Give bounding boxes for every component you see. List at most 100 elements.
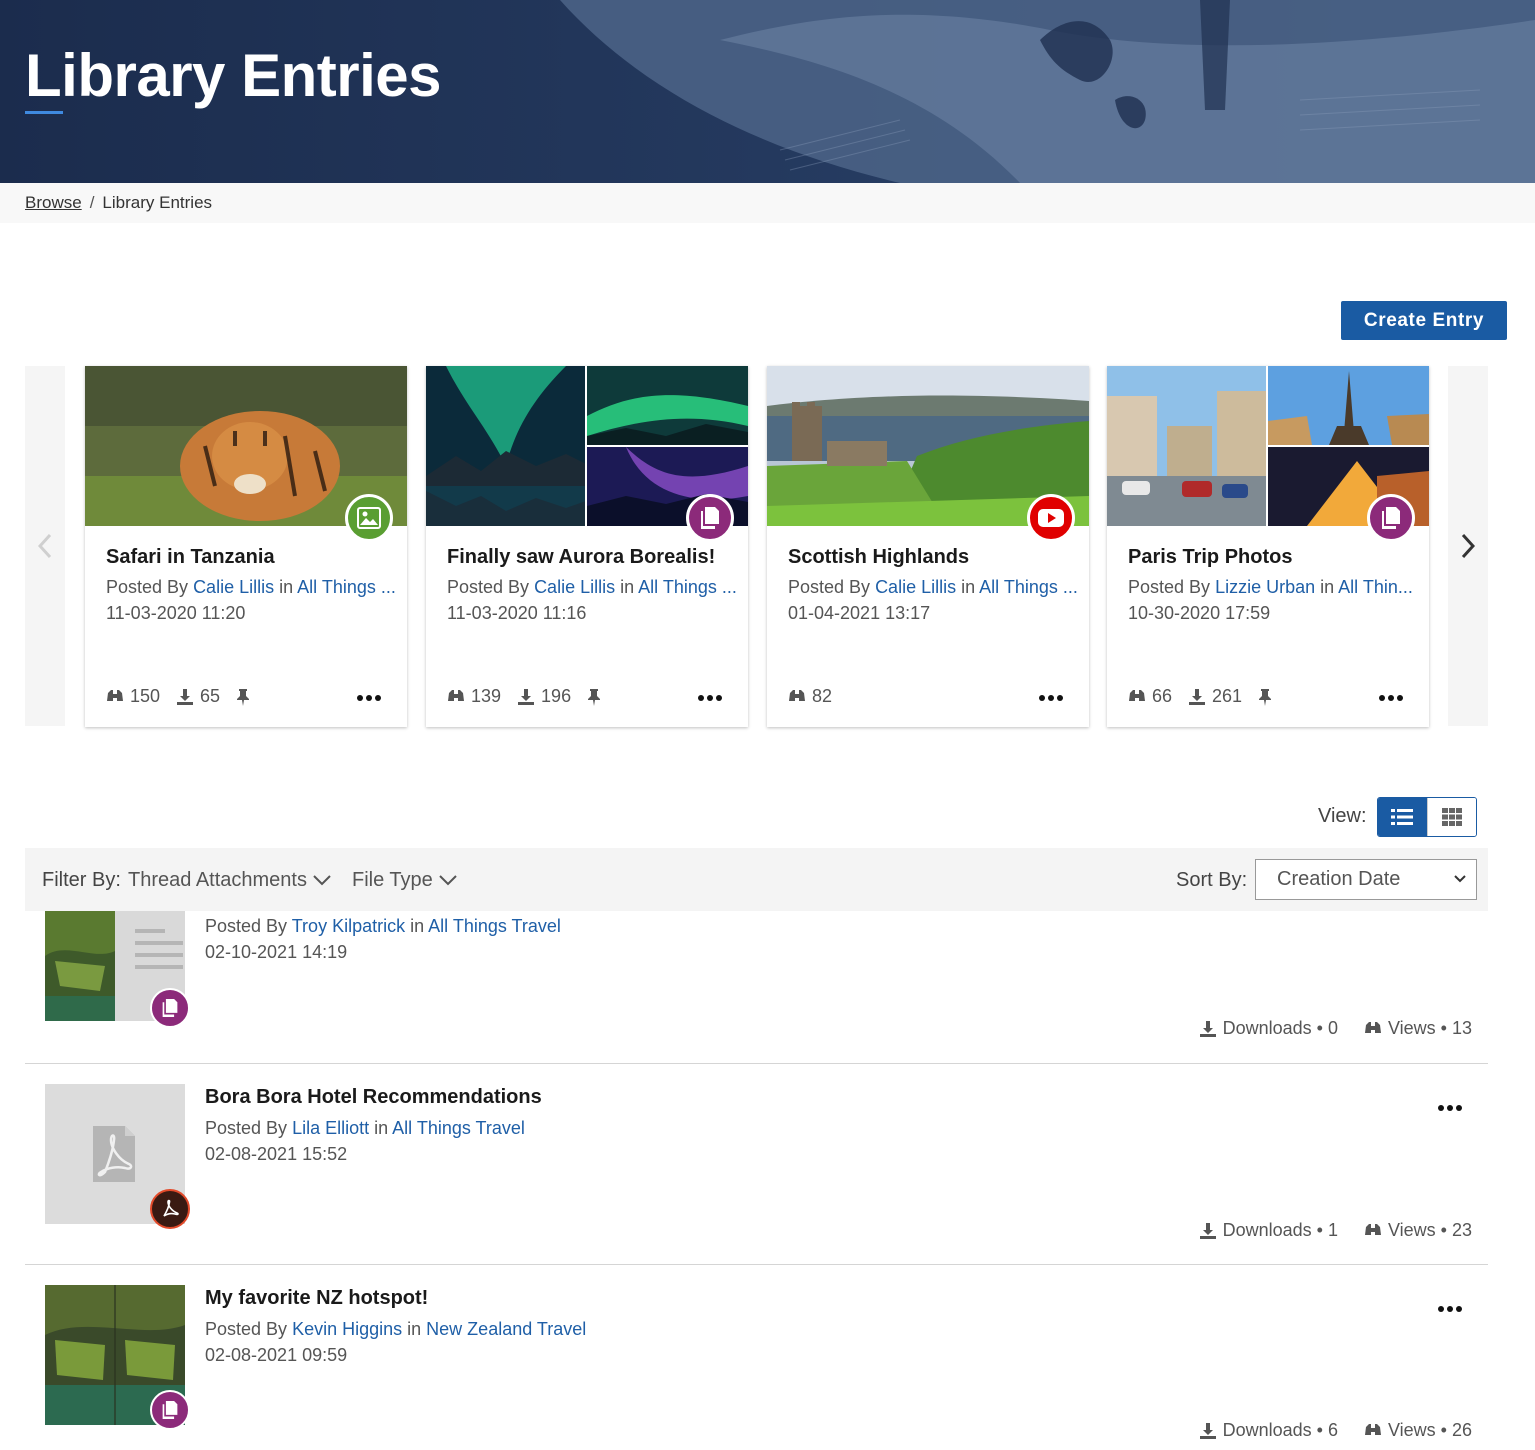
card-date: 10-30-2020 17:59: [1128, 603, 1271, 623]
card-stats: 150 65: [106, 686, 272, 707]
card-stats: 139 196: [447, 686, 623, 707]
community-link[interactable]: All Things ...: [297, 577, 396, 597]
card-title[interactable]: Paris Trip Photos: [1128, 546, 1292, 569]
sort-select[interactable]: Creation Date: [1255, 859, 1477, 900]
document-type-badge: [150, 988, 190, 1028]
card-title[interactable]: Safari in Tanzania: [106, 546, 275, 569]
binoculars-icon: [1364, 1423, 1381, 1435]
sort-by-label: Sort By:: [1176, 869, 1248, 891]
featured-card[interactable]: Safari in Tanzania Posted By Calie Lilli…: [85, 366, 407, 727]
card-date: 11-03-2020 11:16: [447, 603, 587, 623]
pin-icon: [237, 688, 250, 706]
list-item[interactable]: Posted By Troy Kilpatrick in All Things …: [25, 911, 1488, 1064]
view-label: View:: [1318, 805, 1367, 827]
community-link[interactable]: All Things ...: [979, 577, 1078, 597]
author-link[interactable]: Calie Lillis: [875, 577, 956, 597]
community-link[interactable]: New Zealand Travel: [426, 1319, 586, 1339]
entry-title[interactable]: My favorite NZ hotspot!: [205, 1287, 428, 1310]
pin-button[interactable]: [587, 688, 607, 706]
pdf-type-badge: [150, 1189, 190, 1229]
downloads-stat: Downloads • 0: [1199, 1018, 1338, 1039]
binoculars-icon: [789, 689, 805, 701]
author-link[interactable]: Calie Lillis: [193, 577, 274, 597]
community-link[interactable]: All Thin...: [1338, 577, 1413, 597]
author-link[interactable]: Calie Lillis: [534, 577, 615, 597]
pin-icon: [1259, 688, 1272, 706]
carousel-next-button[interactable]: [1448, 366, 1488, 726]
more-options-button[interactable]: [1438, 1098, 1462, 1116]
document-type-badge: [150, 1390, 190, 1430]
chevron-right-icon: [1461, 533, 1475, 559]
author-link[interactable]: Troy Kilpatrick: [292, 916, 405, 936]
pin-button[interactable]: [1258, 688, 1278, 706]
featured-card[interactable]: Finally saw Aurora Borealis! Posted By C…: [426, 366, 748, 727]
featured-card[interactable]: Scottish Highlands Posted By Calie Lilli…: [767, 366, 1089, 727]
download-icon: [177, 688, 194, 705]
chevron-down-icon: [1454, 875, 1466, 883]
views-stat: 139: [447, 686, 501, 707]
downloads-stat: 196: [517, 686, 571, 707]
downloads-stat: Downloads • 6: [1199, 1420, 1338, 1441]
views-stat: 150: [106, 686, 160, 707]
featured-card[interactable]: Paris Trip Photos Posted By Lizzie Urban…: [1107, 366, 1429, 727]
downloads-stat: Downloads • 1: [1199, 1220, 1338, 1241]
entry-title[interactable]: Bora Bora Hotel Recommendations: [205, 1086, 542, 1109]
download-icon: [1189, 688, 1206, 705]
card-title[interactable]: Scottish Highlands: [788, 546, 969, 569]
image-type-badge: [345, 494, 393, 542]
entry-byline: Posted By Kevin Higgins in New Zealand T…: [205, 1319, 587, 1339]
copy-icon: [162, 999, 178, 1017]
list-view-button[interactable]: [1378, 798, 1427, 836]
card-byline: Posted By Lizzie Urban in All Thin...: [1128, 577, 1413, 597]
pdf-icon: [163, 1199, 179, 1217]
download-icon: [1199, 1020, 1216, 1037]
create-entry-button[interactable]: Create Entry: [1341, 301, 1507, 340]
pin-icon: [588, 688, 601, 706]
author-link[interactable]: Lizzie Urban: [1215, 577, 1315, 597]
community-link[interactable]: All Things ...: [638, 577, 737, 597]
list-item[interactable]: My favorite NZ hotspot! Posted By Kevin …: [25, 1265, 1488, 1450]
card-date: 01-04-2021 13:17: [788, 603, 931, 623]
chevron-left-icon: [38, 533, 52, 559]
pin-button[interactable]: [236, 688, 256, 706]
grid-view-button[interactable]: [1426, 798, 1476, 836]
more-options-button[interactable]: [1039, 688, 1063, 706]
author-link[interactable]: Kevin Higgins: [292, 1319, 402, 1339]
breadcrumb-browse-link[interactable]: Browse: [25, 193, 82, 213]
grid-icon: [1441, 808, 1462, 826]
download-icon: [1199, 1222, 1216, 1239]
video-type-badge: [1027, 494, 1075, 542]
more-options-button[interactable]: [357, 688, 381, 706]
entry-stats: Downloads • 1 Views • 23: [1173, 1220, 1472, 1241]
list-item[interactable]: Bora Bora Hotel Recommendations Posted B…: [25, 1064, 1488, 1265]
download-icon: [1199, 1422, 1216, 1439]
chevron-down-icon: [313, 875, 331, 886]
downloads-stat: 65: [176, 686, 220, 707]
ellipsis-icon: [1438, 1306, 1462, 1312]
more-options-button[interactable]: [698, 688, 722, 706]
card-byline: Posted By Calie Lillis in All Things ...: [788, 577, 1078, 597]
copy-icon: [701, 507, 719, 529]
community-link[interactable]: All Things Travel: [428, 916, 561, 936]
views-stat: Views • 13: [1364, 1018, 1472, 1039]
filter-by-label: Filter By:: [42, 869, 121, 891]
community-link[interactable]: All Things Travel: [392, 1118, 525, 1138]
file-type-filter[interactable]: File Type: [352, 869, 457, 892]
entry-byline: Posted By Lila Elliott in All Things Tra…: [205, 1118, 525, 1138]
document-type-badge: [1367, 494, 1415, 542]
page-banner: Library Entries: [0, 0, 1535, 183]
entry-date: 02-10-2021 14:19: [205, 942, 348, 962]
more-options-button[interactable]: [1379, 688, 1403, 706]
document-type-badge: [686, 494, 734, 542]
ellipsis-icon: [698, 695, 722, 701]
page-title: Library Entries: [25, 42, 442, 109]
binoculars-icon: [1364, 1223, 1381, 1235]
more-options-button[interactable]: [1438, 1299, 1462, 1317]
card-byline: Posted By Calie Lillis in All Things ...: [106, 577, 396, 597]
breadcrumb-separator: /: [89, 193, 95, 212]
card-title[interactable]: Finally saw Aurora Borealis!: [447, 546, 715, 569]
carousel-prev-button[interactable]: [25, 366, 65, 726]
entry-date: 02-08-2021 09:59: [205, 1345, 348, 1365]
author-link[interactable]: Lila Elliott: [292, 1118, 369, 1138]
thread-attachments-filter[interactable]: Thread Attachments: [128, 869, 331, 892]
